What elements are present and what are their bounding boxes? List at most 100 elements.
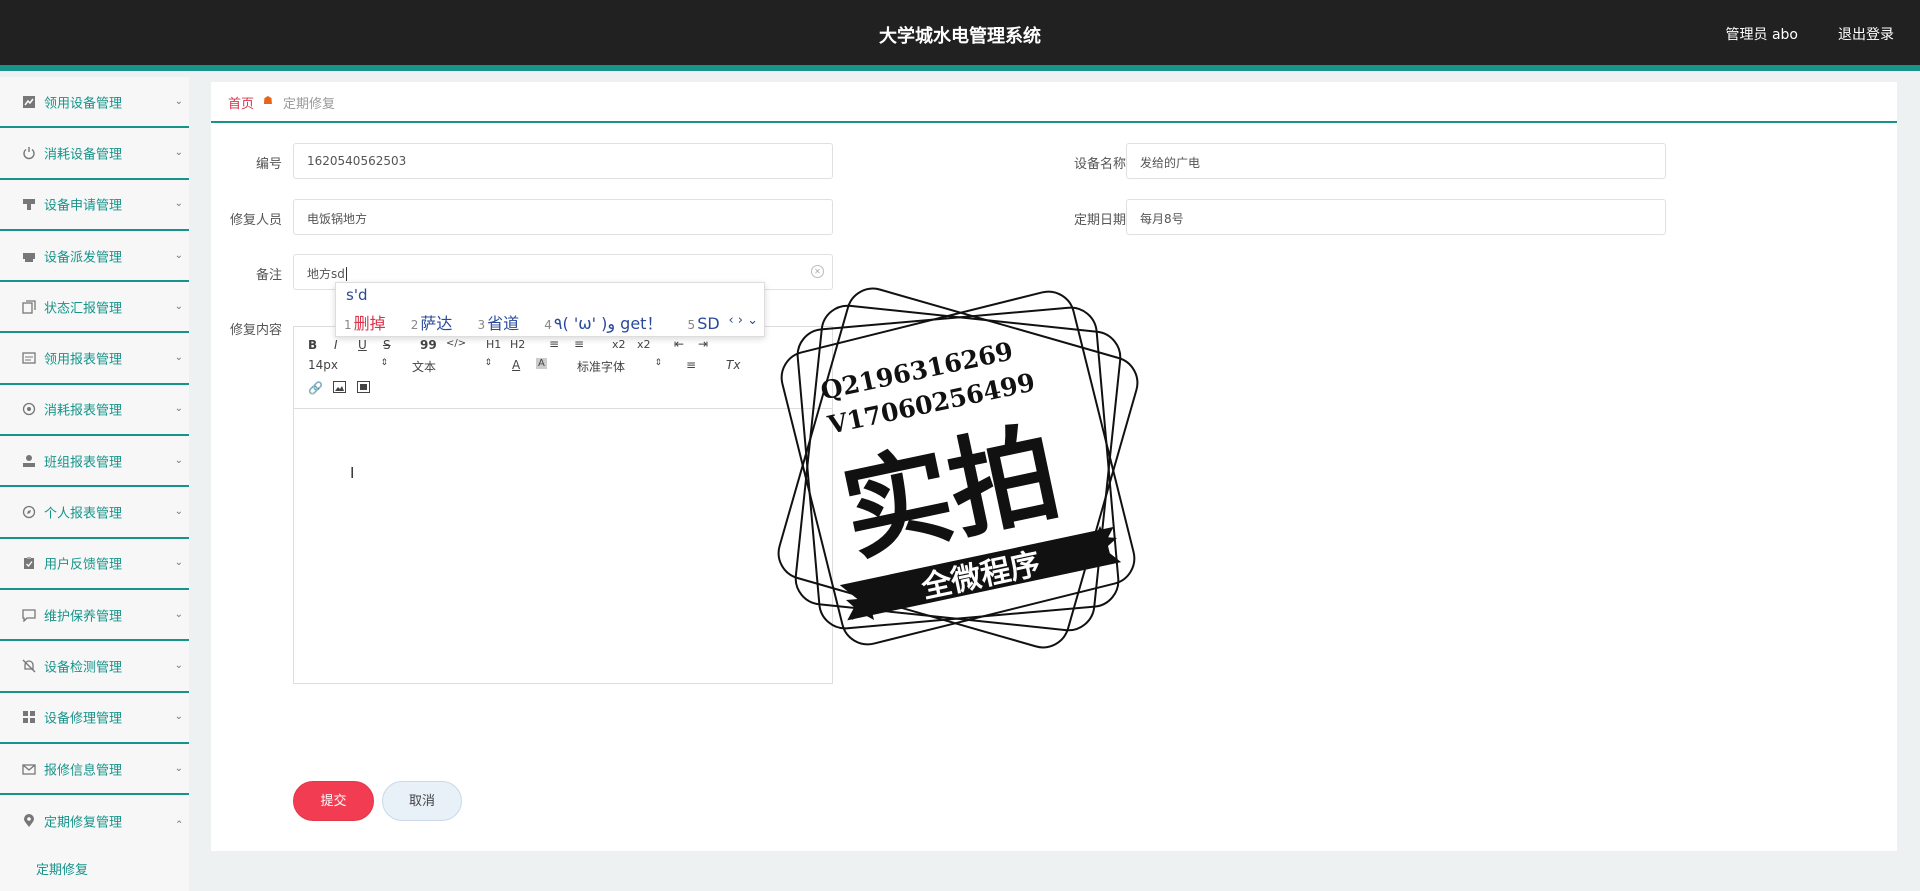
sidebar-item-label: 设备修理管理 bbox=[44, 711, 123, 727]
sidebar-item-receive-equipment[interactable]: 领用设备管理 ⌄ bbox=[0, 77, 189, 129]
chevron-up-icon: ⌄ bbox=[174, 817, 183, 829]
bullet-list-icon[interactable]: ≡ bbox=[574, 337, 584, 351]
sidebar-item-status-report[interactable]: 状态汇报管理 ⌄ bbox=[0, 282, 189, 334]
sidebar-item-consume-report[interactable]: 消耗报表管理 ⌄ bbox=[0, 385, 189, 437]
sidebar-subitem-periodic-repair[interactable]: 定期修复 bbox=[0, 846, 189, 886]
breadcrumb-home[interactable]: 首页 bbox=[228, 93, 254, 112]
ime-candidate[interactable]: 4 ٩( 'ω' )و get！ bbox=[544, 314, 672, 333]
id-field[interactable]: 1620540562503 bbox=[293, 143, 833, 179]
chevron-down-icon: ⌄ bbox=[174, 608, 183, 620]
text-type-select[interactable]: 文本 ⇕ bbox=[412, 358, 492, 375]
repairer-field[interactable]: 电饭锅地方 bbox=[293, 199, 833, 235]
sidebar-item-consume-equipment[interactable]: 消耗设备管理 ⌄ bbox=[0, 128, 189, 180]
text-type-value: 文本 bbox=[412, 360, 437, 374]
code-button[interactable]: </> bbox=[446, 338, 466, 349]
ime-input: s'd bbox=[346, 286, 368, 304]
ime-candidate-window: s'd 1 删掉 2 萨达 3 省道 4 ٩( 'ω' )و get！ 5 SD ‹ › … bbox=[335, 282, 765, 337]
video-icon[interactable] bbox=[357, 381, 370, 396]
breadcrumb: 首页 ☗ 定期修复 bbox=[211, 82, 1897, 123]
select-arrows-icon: ⇕ bbox=[380, 358, 388, 368]
ordered-list-icon[interactable]: ≡ bbox=[549, 337, 559, 351]
sidebar-item-apply-equipment[interactable]: 设备申请管理 ⌄ bbox=[0, 180, 189, 231]
note-label: 备注 bbox=[255, 268, 282, 283]
candidate-text: 萨达 bbox=[420, 314, 453, 333]
list-icon bbox=[22, 351, 36, 365]
sidebar-item-team-report[interactable]: 班组报表管理 ⌄ bbox=[0, 436, 189, 488]
bell-off-icon bbox=[22, 659, 36, 673]
text-cursor-icon: I bbox=[350, 464, 355, 482]
candidate-text: 省道 bbox=[487, 314, 520, 333]
strike-button[interactable]: S bbox=[383, 338, 391, 352]
sidebar-item-repair[interactable]: 设备修理管理 ⌄ bbox=[0, 693, 189, 744]
ime-candidate[interactable]: 5 SD bbox=[688, 314, 730, 333]
candidate-text: ٩( 'ω' )و get！ bbox=[553, 314, 663, 333]
chevron-down-icon: ⌄ bbox=[174, 249, 183, 261]
indent-icon[interactable]: ⇥ bbox=[698, 337, 708, 351]
chevron-down-icon: ⌄ bbox=[174, 659, 183, 671]
chevron-down-icon: ⌄ bbox=[174, 403, 183, 415]
content-label: 修复内容 bbox=[229, 323, 282, 338]
image-icon[interactable] bbox=[333, 381, 346, 396]
submit-button[interactable]: 提交 bbox=[293, 781, 374, 821]
chevron-down-icon: ⌄ bbox=[174, 454, 183, 466]
heading1-button[interactable]: H1 bbox=[486, 338, 501, 351]
font-color-icon[interactable]: A bbox=[512, 358, 520, 372]
sidebar-item-receive-report[interactable]: 领用报表管理 ⌄ bbox=[0, 333, 189, 385]
location-icon bbox=[22, 813, 36, 828]
font-family-value: 标准字体 bbox=[577, 360, 626, 374]
candidate-number: 5 bbox=[687, 318, 696, 332]
superscript-button[interactable]: x2 bbox=[637, 338, 651, 351]
clear-format-button[interactable]: Tx bbox=[726, 358, 740, 372]
device-name-field[interactable]: 发给的广电 bbox=[1126, 143, 1666, 179]
sidebar-item-feedback[interactable]: 用户反馈管理 ⌄ bbox=[0, 539, 189, 590]
align-icon[interactable]: ≡ bbox=[686, 358, 696, 372]
chevron-down-icon: ⌄ bbox=[174, 711, 183, 723]
sidebar-item-periodic-repair[interactable]: 定期修复管理 ⌄ bbox=[0, 795, 189, 846]
font-family-select[interactable]: 标准字体 ⇕ bbox=[577, 358, 662, 375]
chevron-down-icon: ⌄ bbox=[174, 762, 183, 774]
subscript-button[interactable]: x2 bbox=[612, 338, 626, 351]
sidebar-item-repair-info[interactable]: 报修信息管理 ⌄ bbox=[0, 744, 189, 796]
font-size-select[interactable]: 14px ⇕ bbox=[308, 358, 388, 372]
ime-candidate[interactable]: 2 萨达 bbox=[411, 314, 463, 333]
ime-candidate[interactable]: 3 省道 bbox=[478, 314, 530, 333]
stamp-icon bbox=[22, 197, 36, 211]
sidebar-subitem-label: 定期修复 bbox=[36, 863, 89, 879]
schedule-date-field[interactable]: 每月8号 bbox=[1126, 199, 1666, 235]
sidebar-item-inspection[interactable]: 设备检测管理 ⌄ bbox=[0, 641, 189, 693]
bold-button[interactable]: B bbox=[308, 338, 317, 352]
ime-candidate[interactable]: 1 删掉 bbox=[344, 314, 396, 333]
background-color-icon[interactable]: A bbox=[536, 358, 547, 369]
sidebar-item-label: 状态汇报管理 bbox=[44, 301, 123, 317]
link-icon[interactable]: 🔗 bbox=[308, 381, 323, 395]
sidebar-item-label: 设备申请管理 bbox=[44, 198, 123, 214]
sidebar-item-label: 设备派发管理 bbox=[44, 250, 123, 266]
compass-icon bbox=[22, 505, 36, 519]
device-name-label: 设备名称 bbox=[1073, 157, 1126, 172]
note-value: 地方sd bbox=[307, 267, 345, 281]
candidate-number: 2 bbox=[410, 318, 419, 332]
grid-icon bbox=[22, 710, 36, 724]
italic-button[interactable]: I bbox=[334, 338, 338, 352]
underline-button[interactable]: U bbox=[358, 338, 367, 352]
sidebar-item-dispatch-equipment[interactable]: 设备派发管理 ⌄ bbox=[0, 231, 189, 283]
candidate-number: 3 bbox=[477, 318, 486, 332]
chevron-down-icon: ⌄ bbox=[174, 557, 183, 569]
logout-link[interactable]: 退出登录 bbox=[1838, 24, 1894, 44]
cancel-button[interactable]: 取消 bbox=[382, 781, 462, 821]
text-caret bbox=[345, 267, 347, 281]
sidebar-item-label: 维护保养管理 bbox=[44, 609, 123, 625]
heading2-button[interactable]: H2 bbox=[510, 338, 525, 351]
sidebar-item-label: 班组报表管理 bbox=[44, 455, 123, 471]
font-size-value: 14px bbox=[308, 358, 338, 372]
sidebar-item-personal-report[interactable]: 个人报表管理 ⌄ bbox=[0, 487, 189, 539]
chart-icon bbox=[22, 95, 36, 109]
candidate-number: 4 bbox=[544, 318, 552, 332]
current-user: 管理员 abo bbox=[1725, 27, 1798, 43]
outdent-icon[interactable]: ⇤ bbox=[674, 337, 684, 351]
blockquote-button[interactable]: 99 bbox=[420, 338, 437, 352]
select-arrows-icon: ⇕ bbox=[484, 358, 492, 368]
top-bar: 大学城水电管理系统 管理员 abo 退出登录 bbox=[0, 0, 1920, 71]
sidebar-item-maintenance[interactable]: 维护保养管理 ⌄ bbox=[0, 590, 189, 642]
watermark-stamp: Q2196316269 V17060256499 实拍 全微程序 bbox=[748, 258, 1168, 678]
